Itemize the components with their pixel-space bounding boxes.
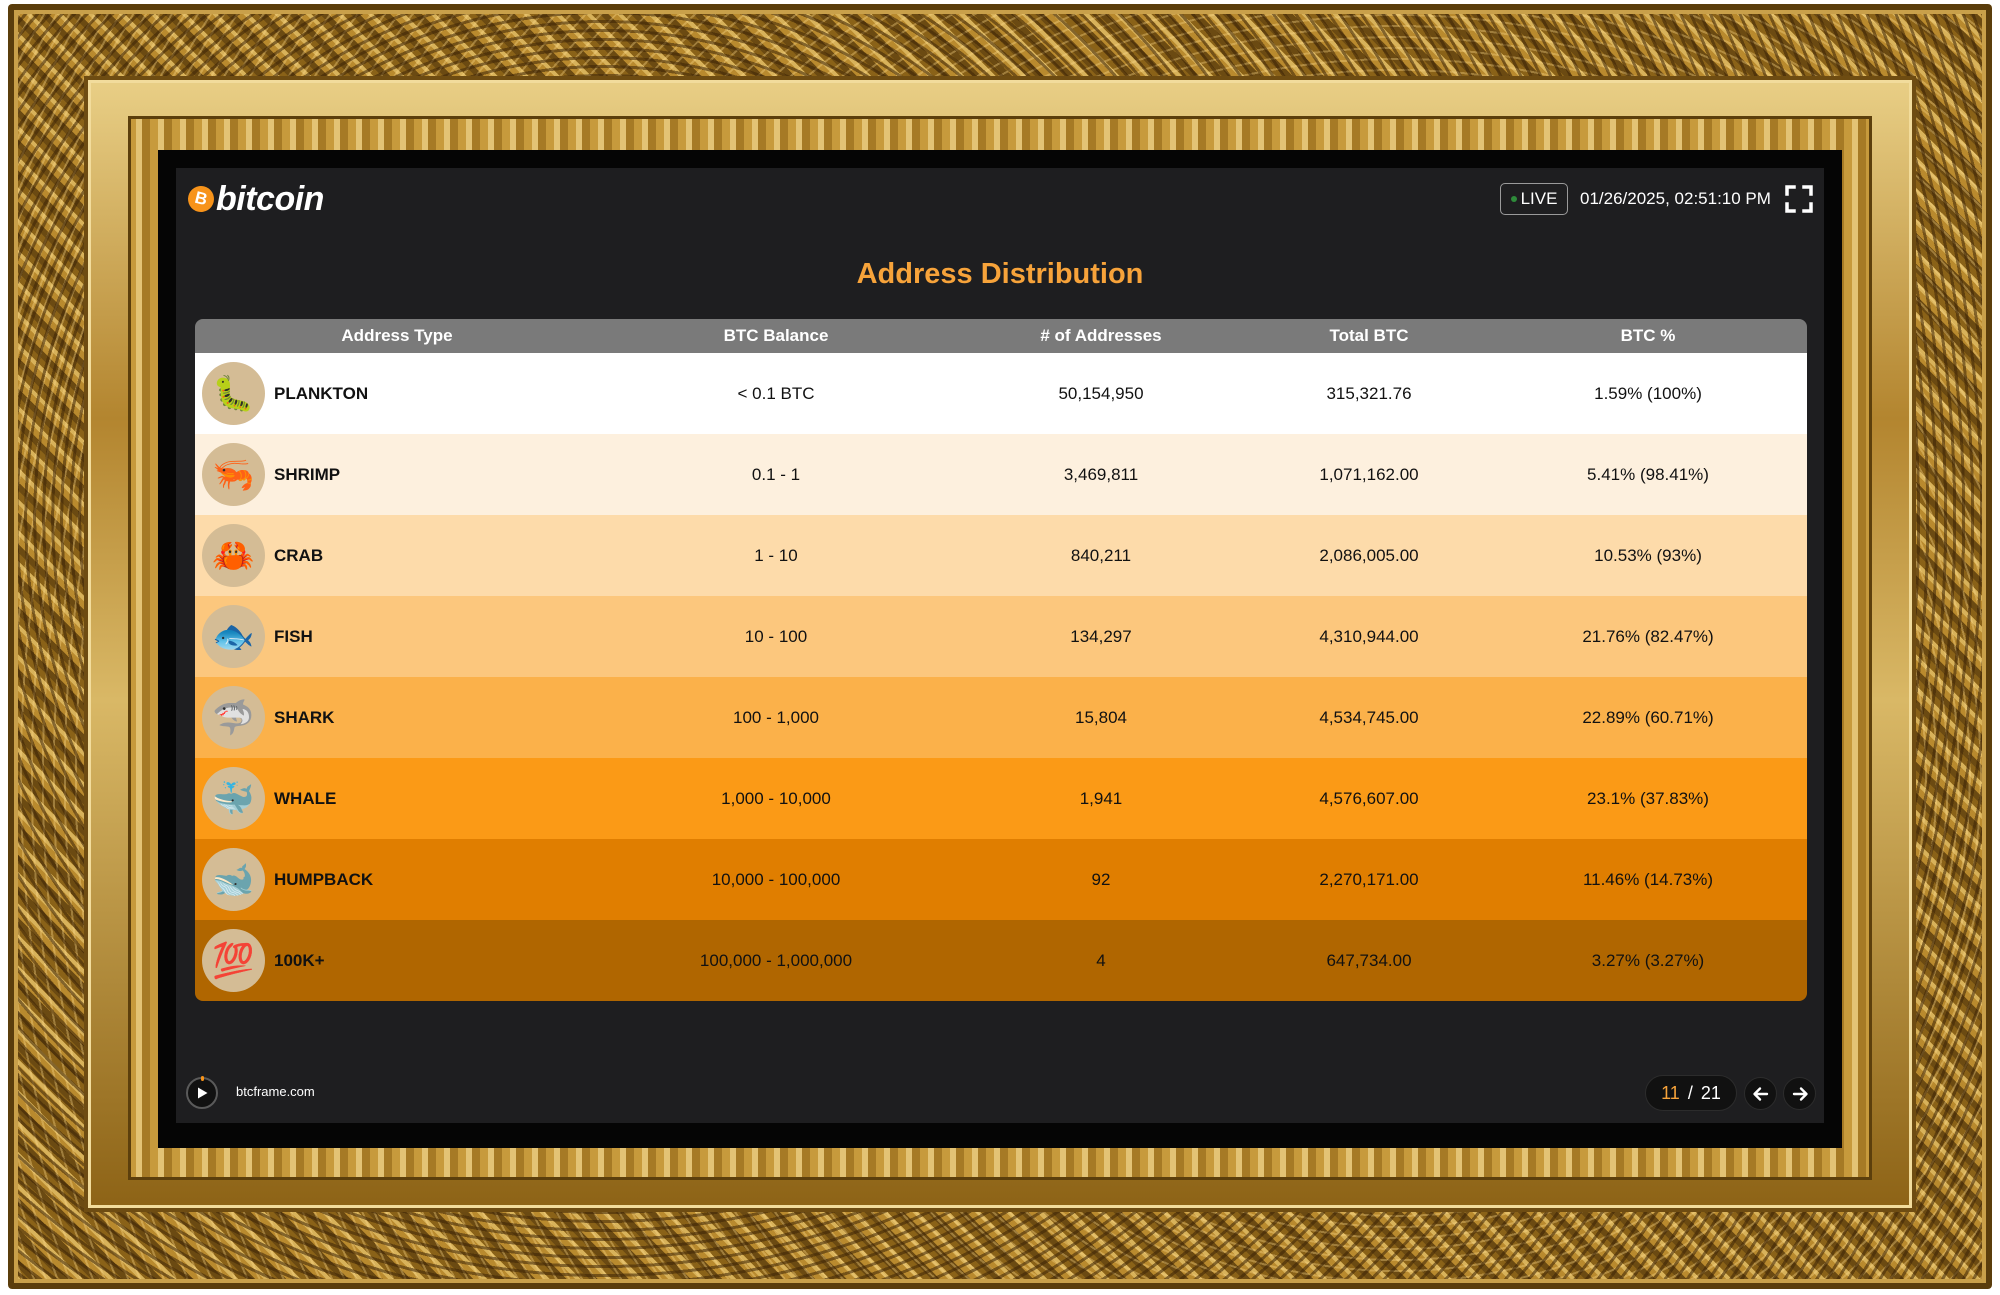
btc-percent-cell: 11.46% (14.73%)	[1582, 869, 1714, 889]
table-row: 🐳 WHALE 1,000 - 10,000 1,941 4,576,607.0…	[195, 758, 1807, 839]
btcframe-app: B bitcoin LIVE 01/26/2025, 02:51:10 PM A…	[176, 168, 1824, 1123]
address-type-label: WHALE	[274, 788, 337, 808]
bitcoin-wordmark: bitcoin	[216, 179, 324, 218]
address-count-cell: 1,941	[1079, 788, 1123, 808]
column-header: BTC Balance	[723, 326, 829, 345]
address-type-label: HUMPBACK	[274, 869, 374, 889]
btc-balance-cell: 0.1 - 1	[751, 464, 801, 484]
page-separator: /	[1687, 1082, 1693, 1103]
live-dot-icon	[1510, 196, 1517, 202]
live-label: LIVE	[1520, 189, 1558, 208]
address-count-cell: 92	[1091, 869, 1111, 889]
address-count-cell: 15,804	[1075, 707, 1127, 727]
shrimp-icon: 🦐	[202, 443, 265, 506]
table-row: 🐛 PLANKTON < 0.1 BTC 50,154,950 315,321.…	[195, 353, 1807, 434]
total-btc-cell: 315,321.76	[1326, 383, 1412, 403]
address-count-cell: 50,154,950	[1058, 383, 1144, 403]
next-page-button[interactable]	[1783, 1077, 1816, 1110]
bitcoin-coin-icon: B	[185, 183, 217, 215]
btc-percent-cell: 3.27% (3.27%)	[1591, 950, 1705, 970]
column-header: BTC %	[1620, 326, 1676, 345]
caterpillar-icon: 🐛	[202, 362, 265, 425]
btc-percent-cell: 21.76% (82.47%)	[1582, 626, 1714, 646]
fish-icon: 🐟	[202, 605, 265, 668]
total-btc-cell: 1,071,162.00	[1319, 464, 1419, 484]
bitcoin-logo: B bitcoin	[185, 174, 324, 224]
table-row: 💯 100K+ 100,000 - 1,000,000 4 647,734.00…	[195, 920, 1807, 1001]
btc-balance-cell: 100 - 1,000	[732, 707, 819, 727]
column-header: # of Addresses	[1040, 326, 1162, 345]
total-btc-cell: 2,270,171.00	[1319, 869, 1419, 889]
page-total: 21	[1700, 1082, 1721, 1103]
address-type-label: CRAB	[274, 545, 324, 565]
btc-balance-cell: 1 - 10	[754, 545, 798, 565]
table-row: 🦀 CRAB 1 - 10 840,211 2,086,005.00 10.53…	[195, 515, 1807, 596]
btc-balance-cell: 10,000 - 100,000	[711, 869, 841, 889]
table-row: 🐟 FISH 10 - 100 134,297 4,310,944.00 21.…	[195, 596, 1807, 677]
table-row: 🐋 HUMPBACK 10,000 - 100,000 92 2,270,171…	[195, 839, 1807, 920]
address-count-cell: 3,469,811	[1063, 464, 1139, 484]
play-button[interactable]	[186, 1076, 218, 1109]
humpback-icon: 🐋	[202, 848, 265, 911]
column-header: Address Type	[341, 326, 453, 345]
btc-balance-cell: 100,000 - 1,000,000	[699, 950, 853, 970]
arrow-left-icon	[1752, 1086, 1768, 1101]
address-count-cell: 840,211	[1070, 545, 1132, 565]
address-type-label: FISH	[274, 626, 313, 646]
btc-percent-cell: 23.1% (37.83%)	[1587, 788, 1709, 808]
previous-page-button[interactable]	[1744, 1077, 1777, 1110]
table-header: Address Type BTC Balance # of Addresses …	[195, 319, 1807, 353]
btc-percent-cell: 22.89% (60.71%)	[1582, 707, 1714, 727]
address-distribution-table: Address Type BTC Balance # of Addresses …	[195, 319, 1807, 1001]
hundred-points-icon: 💯	[202, 929, 265, 992]
total-btc-cell: 2,086,005.00	[1319, 545, 1419, 565]
page-current: 11	[1661, 1082, 1680, 1103]
total-btc-cell: 4,310,944.00	[1319, 626, 1419, 646]
shark-icon: 🦈	[202, 686, 265, 749]
timestamp: 01/26/2025, 02:51:10 PM	[1580, 189, 1771, 208]
btc-percent-cell: 10.53% (93%)	[1594, 545, 1702, 565]
address-type-label: 100K+	[274, 950, 325, 970]
btc-percent-cell: 5.41% (98.41%)	[1587, 464, 1709, 484]
play-icon	[198, 1087, 208, 1099]
address-type-label: SHARK	[274, 707, 335, 727]
column-header: Total BTC	[1329, 326, 1409, 345]
crab-icon: 🦀	[202, 524, 265, 587]
address-type-label: SHRIMP	[274, 464, 341, 484]
page-title: Address Distribution	[856, 258, 1144, 290]
fullscreen-icon	[1785, 185, 1813, 213]
btc-balance-cell: 1,000 - 10,000	[721, 788, 831, 808]
btc-balance-cell: < 0.1 BTC	[737, 383, 815, 403]
site-link[interactable]: btcframe.com	[236, 1084, 315, 1099]
address-type-label: PLANKTON	[274, 383, 369, 403]
address-count-cell: 4	[1096, 950, 1106, 970]
total-btc-cell: 4,576,607.00	[1319, 788, 1419, 808]
table-row: 🦈 SHARK 100 - 1,000 15,804 4,534,745.00 …	[195, 677, 1807, 758]
live-badge: LIVE	[1500, 183, 1568, 215]
total-btc-cell: 647,734.00	[1326, 950, 1412, 970]
whale-icon: 🐳	[202, 767, 265, 830]
page-indicator: 11 / 21	[1645, 1075, 1737, 1111]
table-row: 🦐 SHRIMP 0.1 - 1 3,469,811 1,071,162.00 …	[195, 434, 1807, 515]
fullscreen-button[interactable]	[1784, 184, 1814, 214]
btc-percent-cell: 1.59% (100%)	[1594, 383, 1702, 403]
btc-balance-cell: 10 - 100	[744, 626, 808, 646]
total-btc-cell: 4,534,745.00	[1319, 707, 1419, 727]
address-count-cell: 134,297	[1070, 626, 1132, 646]
arrow-right-icon	[1792, 1086, 1808, 1101]
